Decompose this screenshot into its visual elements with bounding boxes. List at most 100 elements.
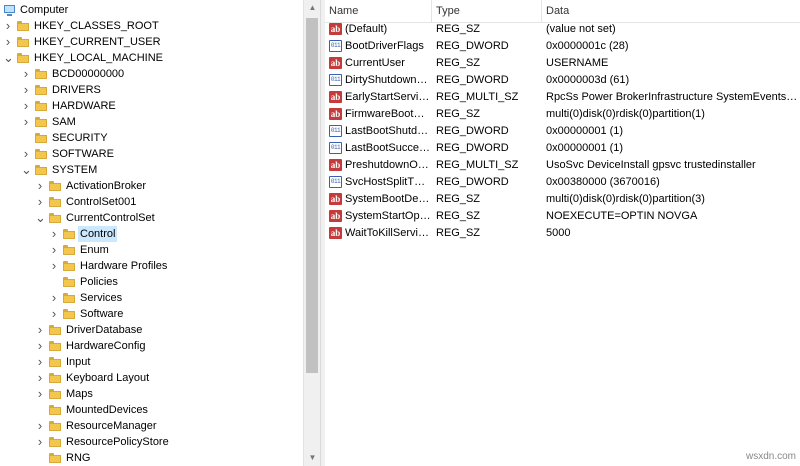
chevron-right-icon[interactable]: › xyxy=(35,386,45,402)
value-row[interactable]: ab (Default) REG_SZ (value not set) xyxy=(325,21,800,38)
tree-item-system[interactable]: ⌄ SYSTEM xyxy=(0,162,303,178)
tree-item-label: Input xyxy=(66,356,91,368)
value-row[interactable]: ab SystemStartOpti... REG_SZ NOEXECUTE=OPT… xyxy=(325,208,800,225)
chevron-right-icon[interactable]: › xyxy=(3,18,13,34)
tree-item-hkey-local-machine[interactable]: ⌄ HKEY_LOCAL_MACHINE xyxy=(0,50,303,66)
value-name: SystemStartOpti... xyxy=(345,210,431,222)
value-type: REG_DWORD xyxy=(436,176,509,188)
chevron-right-icon[interactable]: › xyxy=(21,114,31,130)
string-value-icon: ab xyxy=(329,227,342,239)
value-row[interactable]: ab EarlyStartServices REG_MULTI_SZ RpcSs Po… xyxy=(325,89,800,106)
tree-item-resourcemanager[interactable]: › ResourceManager xyxy=(0,418,303,434)
tree-item-resourcepolicystore[interactable]: › ResourcePolicyStore xyxy=(0,434,303,450)
tree-item-mounteddevices[interactable]: MountedDevices xyxy=(0,402,303,418)
tree-item-software[interactable]: › Software xyxy=(0,306,303,322)
value-row[interactable]: 011 DirtyShutdownC... REG_DWORD 0x0000003d … xyxy=(325,72,800,89)
value-row[interactable]: ab FirmwareBootDe... REG_SZ multi(0)disk(0)… xyxy=(325,106,800,123)
chevron-right-icon[interactable]: › xyxy=(35,418,45,434)
tree-item-sam[interactable]: › SAM xyxy=(0,114,303,130)
value-data: multi(0)disk(0)rdisk(0)partition(3) xyxy=(546,193,705,205)
folder-icon xyxy=(63,309,75,319)
value-row[interactable]: 011 LastBootShutdo... REG_DWORD 0x00000001 … xyxy=(325,123,800,140)
value-type: REG_MULTI_SZ xyxy=(436,159,519,171)
value-row[interactable]: 011 BootDriverFlags REG_DWORD 0x0000001c (2… xyxy=(325,38,800,55)
chevron-right-icon[interactable]: › xyxy=(21,82,31,98)
tree-item-driverdatabase[interactable]: › DriverDatabase xyxy=(0,322,303,338)
chevron-down-icon[interactable]: ⌄ xyxy=(35,210,46,226)
chevron-right-icon[interactable]: › xyxy=(35,194,45,210)
value-name: EarlyStartServices xyxy=(345,91,431,103)
values-list[interactable]: Name Type Data ab (Default) REG_SZ (value n… xyxy=(325,0,800,466)
chevron-down-icon[interactable]: ⌄ xyxy=(3,50,14,66)
tree-item-security[interactable]: SECURITY xyxy=(0,130,303,146)
chevron-right-icon[interactable]: › xyxy=(21,98,31,114)
chevron-right-icon[interactable]: › xyxy=(35,434,45,450)
tree-item-maps[interactable]: › Maps xyxy=(0,386,303,402)
scroll-up-arrow-icon[interactable]: ▲ xyxy=(304,0,321,16)
folder-icon xyxy=(35,69,47,79)
tree-item-hardware-profiles[interactable]: › Hardware Profiles xyxy=(0,258,303,274)
tree-scrollbar[interactable]: ▲ ▼ xyxy=(303,0,321,466)
folder-icon xyxy=(49,405,61,415)
tree-item-input[interactable]: › Input xyxy=(0,354,303,370)
tree-item-control[interactable]: › Control xyxy=(0,226,303,242)
tree-item-enum[interactable]: › Enum xyxy=(0,242,303,258)
chevron-right-icon[interactable]: › xyxy=(49,226,59,242)
chevron-right-icon[interactable]: › xyxy=(21,66,31,82)
scrollbar-thumb[interactable] xyxy=(306,18,318,373)
chevron-right-icon[interactable]: › xyxy=(35,338,45,354)
value-row[interactable]: 011 LastBootSucceed... REG_DWORD 0x00000001… xyxy=(325,140,800,157)
tree-item-label: HKEY_CURRENT_USER xyxy=(34,36,161,48)
tree-item-activationbroker[interactable]: › ActivationBroker xyxy=(0,178,303,194)
column-header-name[interactable]: Name xyxy=(325,0,432,22)
chevron-right-icon[interactable]: › xyxy=(35,354,45,370)
dword-value-icon: 011 xyxy=(329,176,342,188)
tree-item-label: Enum xyxy=(80,244,109,256)
chevron-right-icon[interactable]: › xyxy=(49,242,59,258)
tree-item-drivers[interactable]: › DRIVERS xyxy=(0,82,303,98)
tree-item-label: ResourceManager xyxy=(66,420,157,432)
column-header-type[interactable]: Type xyxy=(432,0,542,22)
folder-icon xyxy=(63,293,75,303)
chevron-right-icon[interactable]: › xyxy=(35,322,45,338)
tree-item-hardware[interactable]: › HARDWARE xyxy=(0,98,303,114)
tree-item-bcd00000000[interactable]: › BCD00000000 xyxy=(0,66,303,82)
column-header-data[interactable]: Data xyxy=(542,0,800,22)
tree-item-controlset001[interactable]: › ControlSet001 xyxy=(0,194,303,210)
tree-item-label: CurrentControlSet xyxy=(66,212,155,224)
tree-item-label: HKEY_CLASSES_ROOT xyxy=(34,20,159,32)
chevron-right-icon[interactable]: › xyxy=(35,178,45,194)
tree-item-hkey-current-user[interactable]: › HKEY_CURRENT_USER xyxy=(0,34,303,50)
chevron-right-icon[interactable]: › xyxy=(49,306,59,322)
value-type: REG_SZ xyxy=(436,108,481,120)
value-row[interactable]: ab CurrentUser REG_SZ USERNAME xyxy=(325,55,800,72)
value-row[interactable]: ab PreshutdownOrd... REG_MULTI_SZ UsoSvc De… xyxy=(325,157,800,174)
tree-item-software[interactable]: › SOFTWARE xyxy=(0,146,303,162)
tree-item-hardwareconfig[interactable]: › HardwareConfig xyxy=(0,338,303,354)
tree-item-hkey-classes-root[interactable]: › HKEY_CLASSES_ROOT xyxy=(0,18,303,34)
chevron-right-icon[interactable]: › xyxy=(21,146,31,162)
registry-key-tree[interactable]: Computer › HKEY_CLASSES_ROOT › HKEY_CURRENT_… xyxy=(0,0,303,466)
tree-item-keyboard-layout[interactable]: › Keyboard Layout xyxy=(0,370,303,386)
value-row[interactable]: ab SystemBootDevi... REG_SZ multi(0)disk(0)… xyxy=(325,191,800,208)
tree-item-services[interactable]: › Services xyxy=(0,290,303,306)
tree-item-label: Computer xyxy=(20,4,69,16)
folder-icon xyxy=(17,21,29,31)
tree-item-policies[interactable]: Policies xyxy=(0,274,303,290)
value-row[interactable]: 011 SvcHostSplitThre... REG_DWORD 0x0038000… xyxy=(325,174,800,191)
chevron-right-icon[interactable]: › xyxy=(49,258,59,274)
chevron-right-icon[interactable]: › xyxy=(49,290,59,306)
folder-icon xyxy=(35,117,47,127)
tree-item-currentcontrolset[interactable]: ⌄ CurrentControlSet xyxy=(0,210,303,226)
value-data: 0x0000003d (61) xyxy=(546,74,630,86)
value-row[interactable]: ab WaitToKillServic... REG_SZ 5000 xyxy=(325,225,800,242)
tree-item-label: DRIVERS xyxy=(52,84,101,96)
tree-item-rng[interactable]: RNG xyxy=(0,450,303,466)
value-type: REG_MULTI_SZ xyxy=(436,91,519,103)
chevron-right-icon[interactable]: › xyxy=(35,370,45,386)
scroll-down-arrow-icon[interactable]: ▼ xyxy=(304,450,321,466)
tree-item-computer[interactable]: Computer xyxy=(0,2,303,18)
folder-icon xyxy=(49,421,61,431)
chevron-down-icon[interactable]: ⌄ xyxy=(21,162,32,178)
chevron-right-icon[interactable]: › xyxy=(3,34,13,50)
